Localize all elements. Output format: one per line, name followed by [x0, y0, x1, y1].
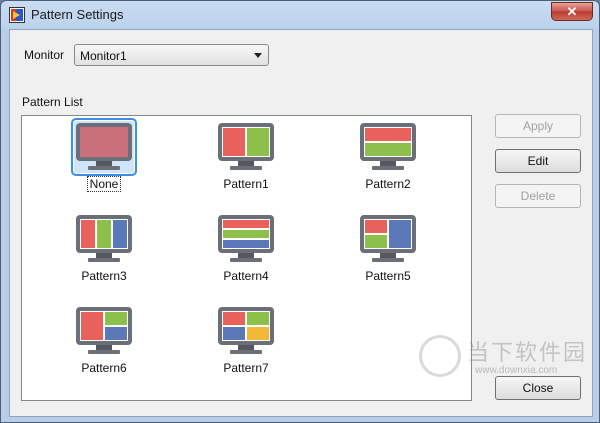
pattern-item-pattern3[interactable]: Pattern3	[49, 213, 159, 293]
pattern4-monitor-icon	[218, 215, 274, 262]
edit-button[interactable]: Edit	[495, 149, 581, 173]
pattern-item-label: Pattern1	[223, 177, 269, 191]
delete-button[interactable]: Delete	[495, 184, 581, 208]
pattern-item-pattern4[interactable]: Pattern4	[191, 213, 301, 293]
pattern-item-pattern1[interactable]: Pattern1	[191, 121, 301, 201]
apply-button[interactable]: Apply	[495, 114, 581, 138]
pattern7-monitor-icon	[218, 307, 274, 354]
pattern-item-pattern6[interactable]: Pattern6	[49, 305, 159, 385]
chevron-down-icon	[254, 53, 262, 58]
pattern6-monitor-icon	[76, 307, 132, 354]
pattern-item-pattern5[interactable]: Pattern5	[333, 213, 443, 293]
pattern-item-none[interactable]: None	[49, 118, 159, 201]
close-button[interactable]: Close	[495, 376, 581, 400]
pattern-item-label: Pattern5	[365, 269, 411, 283]
pattern-settings-window: Pattern Settings ✕ Monitor Monitor1 Patt…	[0, 0, 600, 423]
pattern-item-label: Pattern2	[365, 177, 411, 191]
pattern3-monitor-icon	[76, 215, 132, 262]
monitor-label: Monitor	[24, 48, 65, 62]
window-close-button[interactable]: ✕	[551, 2, 593, 21]
none-monitor-icon	[71, 118, 137, 176]
dialog-body: Monitor Monitor1 Pattern List None Patte…	[9, 29, 593, 417]
title-bar[interactable]: Pattern Settings ✕	[1, 1, 599, 29]
pattern-item-label: Pattern4	[223, 269, 269, 283]
window-title: Pattern Settings	[31, 7, 124, 22]
pattern-item-label: Pattern7	[223, 361, 269, 375]
app-icon	[9, 7, 25, 23]
pattern2-monitor-icon	[360, 123, 416, 170]
close-icon: ✕	[566, 3, 578, 19]
pattern-item-label: None	[86, 176, 122, 192]
pattern-item-label: Pattern6	[81, 361, 127, 375]
pattern-list[interactable]: None Pattern1 Pattern2 Pattern3 Pattern4…	[21, 115, 472, 401]
monitor-dropdown[interactable]: Monitor1	[74, 44, 269, 66]
pattern-item-pattern7[interactable]: Pattern7	[191, 305, 301, 385]
monitor-dropdown-value: Monitor1	[80, 49, 127, 63]
pattern-item-label: Pattern3	[81, 269, 127, 283]
pattern5-monitor-icon	[360, 215, 416, 262]
pattern-item-pattern2[interactable]: Pattern2	[333, 121, 443, 201]
pattern-list-label: Pattern List	[22, 95, 83, 109]
pattern1-monitor-icon	[218, 123, 274, 170]
